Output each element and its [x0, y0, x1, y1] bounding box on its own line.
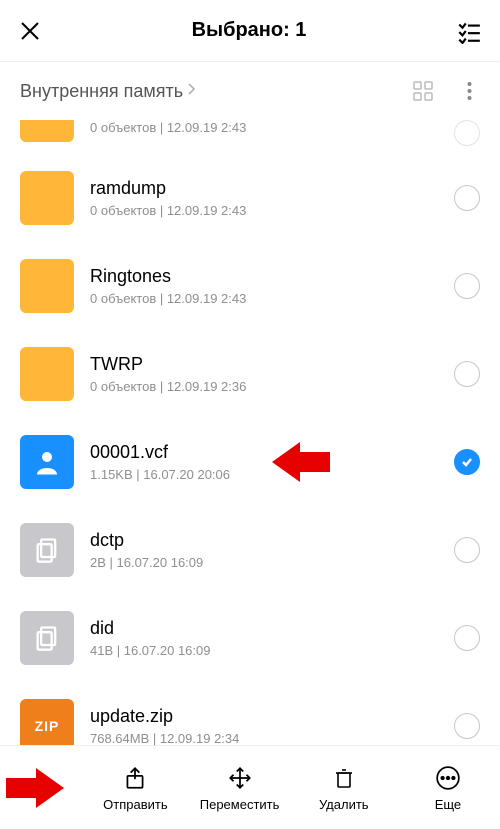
move-label: Переместить: [200, 797, 280, 812]
item-sub: 0 объектов | 12.09.19 2:43: [90, 120, 454, 135]
move-icon: [227, 763, 253, 793]
select-all-icon[interactable]: [456, 18, 482, 44]
toolbar-spacer: [0, 746, 83, 829]
share-icon: [122, 763, 148, 793]
checkbox[interactable]: [454, 185, 480, 211]
item-name: Ringtones: [90, 266, 454, 287]
breadcrumb-label: Внутренняя память: [20, 81, 183, 102]
checkbox[interactable]: [454, 713, 480, 739]
folder-icon: [20, 347, 74, 401]
header: Выбрано: 1: [0, 0, 500, 62]
close-icon[interactable]: [18, 19, 42, 43]
checkbox[interactable]: [454, 361, 480, 387]
checkbox[interactable]: [454, 625, 480, 651]
folder-icon: [20, 120, 74, 142]
more-label: Еще: [435, 797, 461, 812]
item-sub: 2B | 16.07.20 16:09: [90, 555, 454, 570]
arrow-annotation-icon: [272, 440, 330, 484]
list-item[interactable]: ZIP update.zip 768.64MB | 12.09.19 2:34: [0, 682, 500, 745]
item-name: did: [90, 618, 454, 639]
file-list: 0 объектов | 12.09.19 2:43 ramdump 0 объ…: [0, 120, 500, 745]
checkbox[interactable]: [454, 273, 480, 299]
item-sub: 41B | 16.07.20 16:09: [90, 643, 454, 658]
send-label: Отправить: [103, 797, 167, 812]
list-item[interactable]: did 41B | 16.07.20 16:09: [0, 594, 500, 682]
page-title: Выбрано: 1: [42, 19, 456, 42]
send-button[interactable]: Отправить: [83, 746, 187, 829]
item-sub: 0 объектов | 12.09.19 2:36: [90, 379, 454, 394]
list-item[interactable]: Ringtones 0 объектов | 12.09.19 2:43: [0, 242, 500, 330]
zip-icon: ZIP: [20, 699, 74, 745]
list-item[interactable]: 0 объектов | 12.09.19 2:43: [0, 120, 500, 154]
breadcrumb[interactable]: Внутренняя память: [0, 62, 500, 120]
more-vertical-icon[interactable]: [458, 80, 480, 102]
item-sub: 0 объектов | 12.09.19 2:43: [90, 291, 454, 306]
move-button[interactable]: Переместить: [188, 746, 292, 829]
item-sub: 0 объектов | 12.09.19 2:43: [90, 203, 454, 218]
chevron-right-icon: [187, 82, 197, 101]
folder-icon: [20, 259, 74, 313]
delete-button[interactable]: Удалить: [292, 746, 396, 829]
item-name: dctp: [90, 530, 454, 551]
more-horizontal-icon: [435, 763, 461, 793]
arrow-annotation-icon: [6, 766, 64, 810]
list-item[interactable]: ramdump 0 объектов | 12.09.19 2:43: [0, 154, 500, 242]
item-name: TWRP: [90, 354, 454, 375]
checkbox-checked[interactable]: [454, 449, 480, 475]
document-icon: [20, 611, 74, 665]
item-sub: 768.64MB | 12.09.19 2:34: [90, 731, 454, 745]
grid-view-icon[interactable]: [412, 80, 434, 102]
list-item[interactable]: 00001.vcf 1.15KB | 16.07.20 20:06: [0, 418, 500, 506]
document-icon: [20, 523, 74, 577]
checkbox[interactable]: [454, 537, 480, 563]
list-item[interactable]: TWRP 0 объектов | 12.09.19 2:36: [0, 330, 500, 418]
delete-label: Удалить: [319, 797, 369, 812]
list-item[interactable]: dctp 2B | 16.07.20 16:09: [0, 506, 500, 594]
trash-icon: [332, 763, 356, 793]
item-name: ramdump: [90, 178, 454, 199]
item-name: update.zip: [90, 706, 454, 727]
checkbox[interactable]: [454, 120, 480, 146]
contact-icon: [20, 435, 74, 489]
more-button[interactable]: Еще: [396, 746, 500, 829]
bottom-toolbar: Отправить Переместить Удалить Еще: [0, 745, 500, 829]
folder-icon: [20, 171, 74, 225]
